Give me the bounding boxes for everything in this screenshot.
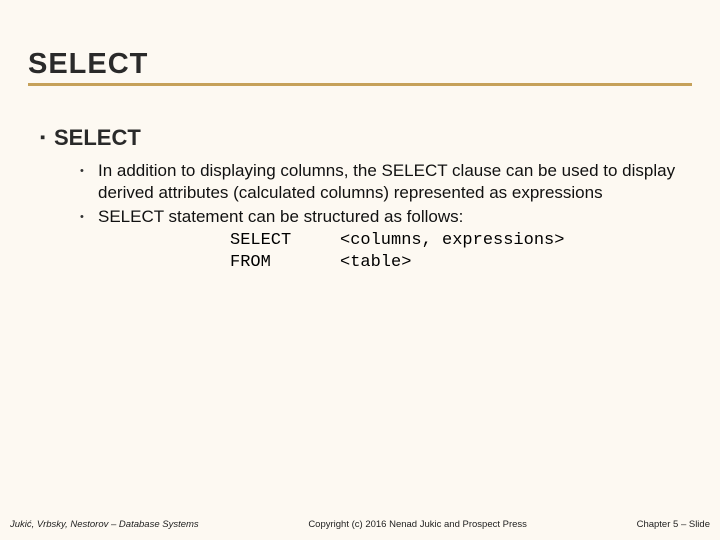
dot-bullet-icon: • [80,160,98,182]
bullet-text: In addition to displaying columns, the S… [98,160,690,204]
square-bullet-icon: ▪ [40,126,54,150]
code-argument: <columns, expressions> [340,230,564,252]
code-line: SELECT <columns, expressions> [230,230,690,252]
footer-center: Copyright (c) 2016 Nenad Jukic and Prosp… [199,519,637,530]
code-keyword: FROM [230,252,340,274]
footer: Jukić, Vrbsky, Nestorov – Database Syste… [10,519,710,530]
footer-left: Jukić, Vrbsky, Nestorov – Database Syste… [10,519,199,530]
slide: SELECT ▪ SELECT • In addition to display… [0,0,720,540]
bullet-text: SELECT statement can be structured as fo… [98,206,690,228]
footer-right: Chapter 5 – Slide [637,519,710,530]
list-item: • SELECT statement can be structured as … [80,206,690,228]
list-item: • In addition to displaying columns, the… [80,160,690,204]
code-line: FROM <table> [230,252,690,274]
content-region: ▪ SELECT • In addition to displaying col… [40,126,690,274]
bullet-level2-group: • In addition to displaying columns, the… [80,160,690,274]
code-block: SELECT <columns, expressions> FROM <tabl… [230,230,690,274]
bullet-level1: ▪ SELECT [40,126,690,150]
code-argument: <table> [340,252,411,274]
section-heading: SELECT [54,126,141,150]
slide-title: SELECT [28,48,692,81]
title-region: SELECT [28,48,692,86]
code-keyword: SELECT [230,230,340,252]
dot-bullet-icon: • [80,206,98,228]
title-underline [28,83,692,86]
